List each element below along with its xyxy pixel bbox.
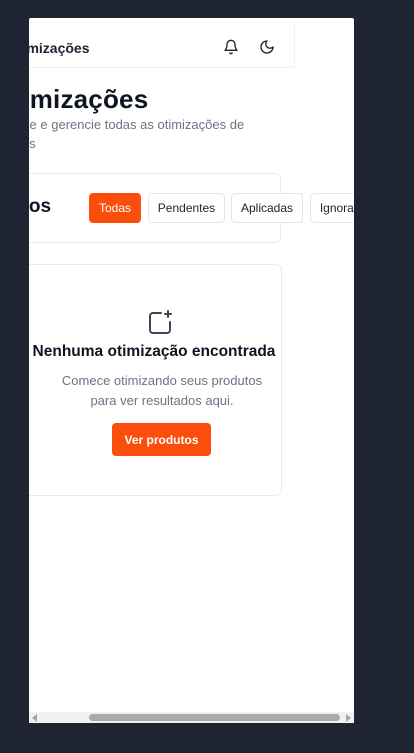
view-products-button[interactable]: Ver produtos xyxy=(112,423,211,456)
page-content: Otimizações Otimizações Visualize e gere… xyxy=(29,18,354,708)
scroll-right-arrow-icon[interactable] xyxy=(346,714,351,722)
top-bar: Otimizações xyxy=(29,24,295,68)
filter-chip-todas[interactable]: Todas xyxy=(89,193,141,223)
scroll-left-arrow-icon[interactable] xyxy=(32,714,37,722)
page-subtitle: Visualize e gerencie todas as otimizaçõe… xyxy=(29,117,245,151)
filter-chip-ignoradas[interactable]: Ignoradas xyxy=(310,193,354,223)
bell-icon[interactable] xyxy=(223,39,239,55)
sparkle-square-icon xyxy=(146,309,174,337)
filter-chip-pendentes[interactable]: Pendentes xyxy=(148,193,225,223)
scrollbar-thumb[interactable] xyxy=(89,714,340,721)
moon-icon[interactable] xyxy=(259,39,275,55)
empty-state-text: Comece otimizando seus produtos para ver… xyxy=(61,373,263,408)
filters-label: Filtros xyxy=(29,196,52,217)
horizontal-scrollbar[interactable] xyxy=(29,712,354,723)
header-title: Otimizações xyxy=(29,40,90,56)
filter-chip-aplicadas[interactable]: Aplicadas xyxy=(231,193,303,223)
empty-state-title: Nenhuma otimização encontrada xyxy=(32,343,276,360)
app-viewport: Otimizações Otimizações Visualize e gere… xyxy=(29,18,354,723)
page-title: Otimizações xyxy=(29,84,149,114)
